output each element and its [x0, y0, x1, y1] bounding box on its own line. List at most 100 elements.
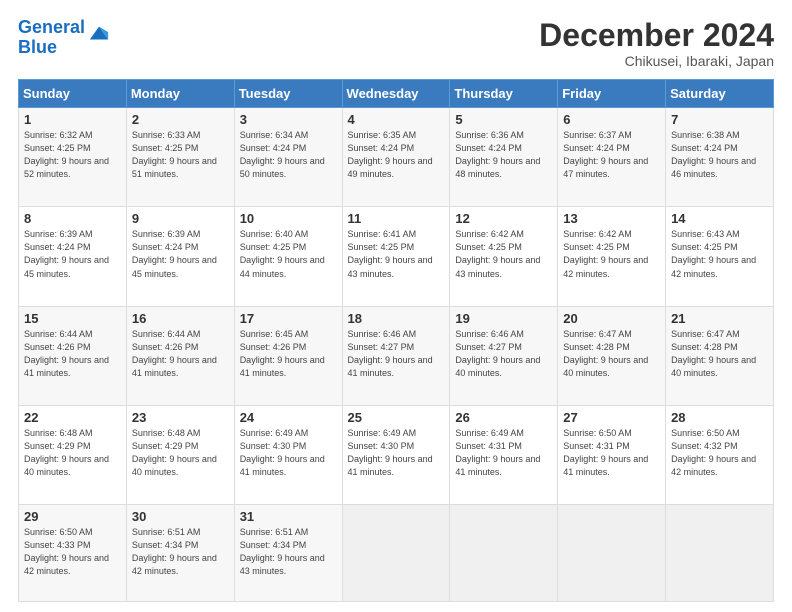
calendar-cell: 24 Sunrise: 6:49 AMSunset: 4:30 PMDaylig…	[234, 405, 342, 504]
day-number: 13	[563, 211, 660, 226]
day-info: Sunrise: 6:45 AMSunset: 4:26 PMDaylight:…	[240, 329, 325, 378]
calendar-cell: 9 Sunrise: 6:39 AMSunset: 4:24 PMDayligh…	[126, 207, 234, 306]
calendar-cell	[558, 505, 666, 602]
calendar-cell: 23 Sunrise: 6:48 AMSunset: 4:29 PMDaylig…	[126, 405, 234, 504]
day-info: Sunrise: 6:36 AMSunset: 4:24 PMDaylight:…	[455, 130, 540, 179]
day-number: 8	[24, 211, 121, 226]
calendar-cell: 26 Sunrise: 6:49 AMSunset: 4:31 PMDaylig…	[450, 405, 558, 504]
day-info: Sunrise: 6:48 AMSunset: 4:29 PMDaylight:…	[24, 428, 109, 477]
calendar-cell: 16 Sunrise: 6:44 AMSunset: 4:26 PMDaylig…	[126, 306, 234, 405]
day-number: 2	[132, 112, 229, 127]
day-info: Sunrise: 6:41 AMSunset: 4:25 PMDaylight:…	[348, 229, 433, 278]
day-number: 3	[240, 112, 337, 127]
logo-text: GeneralBlue	[18, 18, 85, 58]
calendar-cell: 28 Sunrise: 6:50 AMSunset: 4:32 PMDaylig…	[666, 405, 774, 504]
day-number: 1	[24, 112, 121, 127]
day-number: 14	[671, 211, 768, 226]
day-info: Sunrise: 6:34 AMSunset: 4:24 PMDaylight:…	[240, 130, 325, 179]
calendar-cell: 20 Sunrise: 6:47 AMSunset: 4:28 PMDaylig…	[558, 306, 666, 405]
day-number: 17	[240, 311, 337, 326]
day-number: 23	[132, 410, 229, 425]
calendar-cell: 21 Sunrise: 6:47 AMSunset: 4:28 PMDaylig…	[666, 306, 774, 405]
day-info: Sunrise: 6:39 AMSunset: 4:24 PMDaylight:…	[132, 229, 217, 278]
calendar-cell: 15 Sunrise: 6:44 AMSunset: 4:26 PMDaylig…	[19, 306, 127, 405]
calendar-cell: 14 Sunrise: 6:43 AMSunset: 4:25 PMDaylig…	[666, 207, 774, 306]
day-info: Sunrise: 6:47 AMSunset: 4:28 PMDaylight:…	[563, 329, 648, 378]
day-number: 9	[132, 211, 229, 226]
day-number: 30	[132, 509, 229, 524]
day-number: 4	[348, 112, 445, 127]
day-info: Sunrise: 6:39 AMSunset: 4:24 PMDaylight:…	[24, 229, 109, 278]
day-number: 19	[455, 311, 552, 326]
calendar-cell	[342, 505, 450, 602]
day-info: Sunrise: 6:47 AMSunset: 4:28 PMDaylight:…	[671, 329, 756, 378]
logo-icon	[88, 23, 110, 45]
weekday-header-friday: Friday	[558, 80, 666, 108]
calendar-cell: 27 Sunrise: 6:50 AMSunset: 4:31 PMDaylig…	[558, 405, 666, 504]
day-number: 29	[24, 509, 121, 524]
day-info: Sunrise: 6:46 AMSunset: 4:27 PMDaylight:…	[455, 329, 540, 378]
day-info: Sunrise: 6:44 AMSunset: 4:26 PMDaylight:…	[24, 329, 109, 378]
calendar-cell: 29 Sunrise: 6:50 AMSunset: 4:33 PMDaylig…	[19, 505, 127, 602]
calendar-cell: 6 Sunrise: 6:37 AMSunset: 4:24 PMDayligh…	[558, 108, 666, 207]
calendar-cell	[666, 505, 774, 602]
calendar-cell: 7 Sunrise: 6:38 AMSunset: 4:24 PMDayligh…	[666, 108, 774, 207]
calendar-cell: 11 Sunrise: 6:41 AMSunset: 4:25 PMDaylig…	[342, 207, 450, 306]
day-number: 6	[563, 112, 660, 127]
day-info: Sunrise: 6:49 AMSunset: 4:30 PMDaylight:…	[240, 428, 325, 477]
day-info: Sunrise: 6:35 AMSunset: 4:24 PMDaylight:…	[348, 130, 433, 179]
title-block: December 2024 Chikusei, Ibaraki, Japan	[539, 18, 774, 69]
main-title: December 2024	[539, 18, 774, 53]
day-info: Sunrise: 6:38 AMSunset: 4:24 PMDaylight:…	[671, 130, 756, 179]
weekday-header-thursday: Thursday	[450, 80, 558, 108]
calendar-cell: 22 Sunrise: 6:48 AMSunset: 4:29 PMDaylig…	[19, 405, 127, 504]
calendar-cell: 17 Sunrise: 6:45 AMSunset: 4:26 PMDaylig…	[234, 306, 342, 405]
calendar-cell: 25 Sunrise: 6:49 AMSunset: 4:30 PMDaylig…	[342, 405, 450, 504]
calendar-cell: 13 Sunrise: 6:42 AMSunset: 4:25 PMDaylig…	[558, 207, 666, 306]
day-number: 24	[240, 410, 337, 425]
day-number: 27	[563, 410, 660, 425]
subtitle: Chikusei, Ibaraki, Japan	[539, 53, 774, 69]
day-number: 18	[348, 311, 445, 326]
day-number: 11	[348, 211, 445, 226]
calendar-cell	[450, 505, 558, 602]
calendar-cell: 18 Sunrise: 6:46 AMSunset: 4:27 PMDaylig…	[342, 306, 450, 405]
day-info: Sunrise: 6:48 AMSunset: 4:29 PMDaylight:…	[132, 428, 217, 477]
day-number: 25	[348, 410, 445, 425]
day-number: 16	[132, 311, 229, 326]
day-number: 31	[240, 509, 337, 524]
calendar-cell: 2 Sunrise: 6:33 AMSunset: 4:25 PMDayligh…	[126, 108, 234, 207]
calendar-cell: 19 Sunrise: 6:46 AMSunset: 4:27 PMDaylig…	[450, 306, 558, 405]
header: GeneralBlue December 2024 Chikusei, Ibar…	[18, 18, 774, 69]
day-info: Sunrise: 6:50 AMSunset: 4:32 PMDaylight:…	[671, 428, 756, 477]
calendar-cell: 31 Sunrise: 6:51 AMSunset: 4:34 PMDaylig…	[234, 505, 342, 602]
day-info: Sunrise: 6:49 AMSunset: 4:31 PMDaylight:…	[455, 428, 540, 477]
day-number: 26	[455, 410, 552, 425]
weekday-header-sunday: Sunday	[19, 80, 127, 108]
day-info: Sunrise: 6:46 AMSunset: 4:27 PMDaylight:…	[348, 329, 433, 378]
day-number: 5	[455, 112, 552, 127]
weekday-header-monday: Monday	[126, 80, 234, 108]
day-number: 10	[240, 211, 337, 226]
day-info: Sunrise: 6:33 AMSunset: 4:25 PMDaylight:…	[132, 130, 217, 179]
day-info: Sunrise: 6:40 AMSunset: 4:25 PMDaylight:…	[240, 229, 325, 278]
weekday-header-wednesday: Wednesday	[342, 80, 450, 108]
day-number: 21	[671, 311, 768, 326]
day-number: 15	[24, 311, 121, 326]
day-info: Sunrise: 6:42 AMSunset: 4:25 PMDaylight:…	[563, 229, 648, 278]
day-info: Sunrise: 6:43 AMSunset: 4:25 PMDaylight:…	[671, 229, 756, 278]
calendar-cell: 30 Sunrise: 6:51 AMSunset: 4:34 PMDaylig…	[126, 505, 234, 602]
calendar-cell: 5 Sunrise: 6:36 AMSunset: 4:24 PMDayligh…	[450, 108, 558, 207]
day-info: Sunrise: 6:51 AMSunset: 4:34 PMDaylight:…	[132, 527, 217, 576]
day-info: Sunrise: 6:42 AMSunset: 4:25 PMDaylight:…	[455, 229, 540, 278]
day-info: Sunrise: 6:32 AMSunset: 4:25 PMDaylight:…	[24, 130, 109, 179]
calendar-table: SundayMondayTuesdayWednesdayThursdayFrid…	[18, 79, 774, 602]
calendar-cell: 3 Sunrise: 6:34 AMSunset: 4:24 PMDayligh…	[234, 108, 342, 207]
day-number: 20	[563, 311, 660, 326]
day-number: 12	[455, 211, 552, 226]
calendar-cell: 12 Sunrise: 6:42 AMSunset: 4:25 PMDaylig…	[450, 207, 558, 306]
day-info: Sunrise: 6:50 AMSunset: 4:31 PMDaylight:…	[563, 428, 648, 477]
day-number: 7	[671, 112, 768, 127]
day-info: Sunrise: 6:49 AMSunset: 4:30 PMDaylight:…	[348, 428, 433, 477]
calendar-cell: 1 Sunrise: 6:32 AMSunset: 4:25 PMDayligh…	[19, 108, 127, 207]
